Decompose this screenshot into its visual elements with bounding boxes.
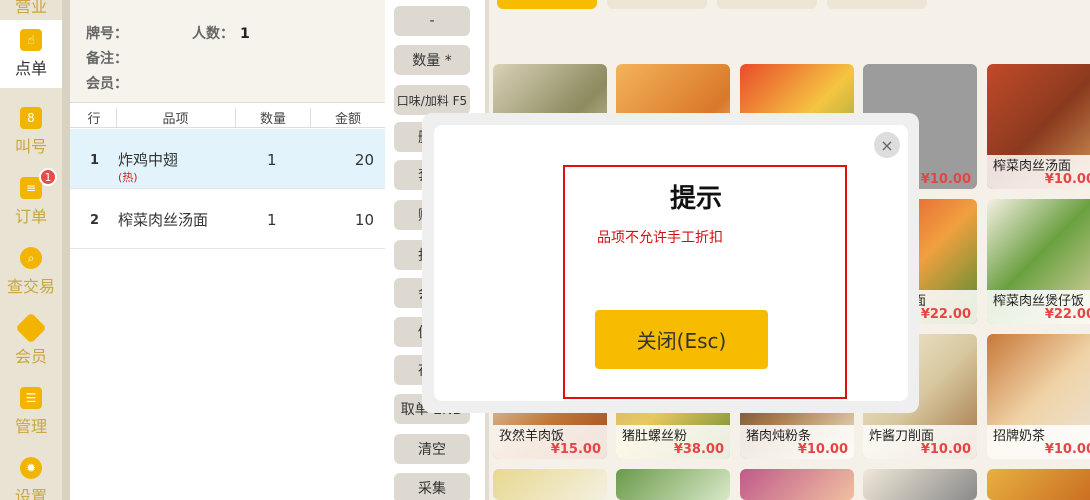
product-image bbox=[863, 469, 977, 500]
order-row[interactable]: 1 炸鸡中翅 (热) 1 20 bbox=[70, 129, 385, 189]
collect-button[interactable]: 采集 bbox=[394, 473, 470, 500]
product-price: ¥22.00 bbox=[1044, 307, 1090, 322]
row-item-name: 榨菜肉丝汤面 bbox=[118, 211, 209, 229]
product-tile[interactable] bbox=[863, 469, 977, 500]
order-header: 牌号： 人数： 1 备注： 会员： bbox=[70, 0, 385, 102]
row-item-name: 炸鸡中翅 bbox=[118, 151, 179, 169]
product-caption: 猪肉炖粉条 ¥10.00 bbox=[740, 425, 854, 459]
category-tab[interactable] bbox=[827, 0, 927, 9]
product-tile[interactable]: 榨菜肉丝煲仔饭 ¥22.00 bbox=[987, 199, 1090, 324]
order-table-header: 行 品项 数量 金额 bbox=[70, 102, 385, 128]
plate-label: 牌号： bbox=[86, 26, 128, 42]
row-index: 1 bbox=[90, 153, 100, 168]
product-image bbox=[493, 469, 607, 500]
nav-item-transactions[interactable]: ⌕ 查交易 bbox=[0, 238, 62, 306]
member-label: 会员： bbox=[86, 76, 128, 92]
flavor-addon-button[interactable]: 口味/加料 F5 bbox=[394, 85, 470, 115]
nav-item-member[interactable]: 会员 bbox=[0, 308, 62, 376]
search-icon: ⌕ bbox=[20, 247, 42, 269]
product-tile[interactable] bbox=[740, 469, 854, 500]
category-tab[interactable] bbox=[717, 0, 817, 9]
row-qty: 1 bbox=[267, 211, 277, 229]
nav-item-manage[interactable]: ☰ 管理 bbox=[0, 378, 62, 446]
product-image bbox=[616, 469, 730, 500]
product-price: ¥10.00 bbox=[920, 172, 971, 187]
people-value: 1 bbox=[240, 26, 250, 42]
nav-label: 营业 bbox=[14, 0, 47, 16]
product-image bbox=[740, 469, 854, 500]
col-item: 品项 bbox=[116, 108, 234, 127]
nav-item-orders[interactable]: ≡ 订单 1 bbox=[0, 168, 62, 236]
product-price: ¥38.00 bbox=[673, 442, 724, 457]
note-label: 备注： bbox=[86, 51, 128, 67]
nav-label: 叫号 bbox=[14, 137, 47, 156]
close-icon[interactable]: × bbox=[874, 132, 900, 158]
dialog-title: 提示 bbox=[669, 184, 722, 214]
order-panel: 牌号： 人数： 1 备注： 会员： 行 品项 数量 金额 1 炸鸡中翅 (热) 1… bbox=[70, 0, 385, 500]
nav-item-call-number[interactable]: 8 叫号 bbox=[0, 98, 62, 166]
product-price: ¥10.00 bbox=[1044, 442, 1090, 457]
clear-button[interactable]: 清空 bbox=[394, 434, 470, 464]
col-row: 行 bbox=[87, 112, 101, 127]
row-qty: 1 bbox=[267, 151, 277, 169]
row-amount: 20 bbox=[354, 151, 374, 169]
tap-hand-icon: ☝ bbox=[20, 29, 42, 51]
left-nav: ▣ 营业 ☝ 点单 8 叫号 ≡ 订单 1 ⌕ 查交易 会员 ☰ 管理 ✹ bbox=[0, 0, 62, 500]
nav-label: 管理 bbox=[14, 417, 47, 436]
col-qty: 数量 bbox=[235, 108, 310, 127]
product-name: 招牌奶茶 bbox=[993, 429, 1046, 444]
nav-label: 点单 bbox=[14, 59, 47, 78]
product-caption: 榨菜肉丝煲仔饭 ¥22.00 bbox=[987, 290, 1090, 324]
people-count: 人数： 1 bbox=[192, 23, 250, 43]
nav-scrollbar[interactable] bbox=[62, 0, 70, 500]
number-ticket-icon: 8 bbox=[20, 107, 42, 129]
nav-label: 设置 bbox=[14, 487, 47, 500]
order-row[interactable]: 2 榨菜肉丝汤面 1 10 bbox=[70, 189, 385, 249]
product-price: ¥22.00 bbox=[920, 307, 971, 322]
product-price: ¥10.00 bbox=[920, 442, 971, 457]
product-tile[interactable] bbox=[493, 469, 607, 500]
col-amount: 金额 bbox=[310, 108, 385, 127]
nav-label: 订单 bbox=[14, 207, 47, 226]
category-tab[interactable] bbox=[497, 0, 597, 9]
row-amount: 10 bbox=[354, 211, 374, 229]
product-price: ¥15.00 bbox=[550, 442, 601, 457]
decrease-button[interactable]: - bbox=[394, 6, 470, 36]
nav-item-order[interactable]: ☝ 点单 bbox=[0, 20, 62, 88]
product-image bbox=[987, 469, 1090, 500]
dialog-close-button[interactable]: 关闭(Esc) bbox=[595, 310, 768, 369]
quantity-button[interactable]: 数量 * bbox=[394, 45, 470, 75]
product-caption: 榨菜肉丝汤面 ¥10.00 bbox=[987, 155, 1090, 189]
people-label: 人数： bbox=[192, 26, 234, 42]
diamond-icon bbox=[15, 312, 47, 344]
product-caption: 猪肚螺丝粉 ¥38.00 bbox=[616, 425, 730, 459]
product-tile[interactable] bbox=[987, 469, 1090, 500]
row-item-modifier: (热) bbox=[118, 171, 138, 184]
order-count-badge: 1 bbox=[39, 168, 57, 186]
product-tile[interactable]: 招牌奶茶 ¥10.00 bbox=[987, 334, 1090, 459]
checklist-icon: ☰ bbox=[20, 387, 42, 409]
category-tab[interactable] bbox=[607, 0, 707, 9]
nav-label: 会员 bbox=[14, 347, 47, 366]
product-caption: 孜然羊肉饭 ¥15.00 bbox=[493, 425, 607, 459]
product-price: ¥10.00 bbox=[1044, 172, 1090, 187]
product-caption: 招牌奶茶 ¥10.00 bbox=[987, 425, 1090, 459]
product-caption: 炸酱刀削面 ¥10.00 bbox=[863, 425, 977, 459]
row-index: 2 bbox=[90, 213, 100, 228]
product-tile[interactable] bbox=[616, 469, 730, 500]
gear-icon: ✹ bbox=[20, 457, 42, 479]
dialog-message: 品项不允许手工折扣 bbox=[597, 230, 723, 246]
nav-item-settings[interactable]: ✹ 设置 bbox=[0, 448, 62, 500]
product-tile[interactable]: 榨菜肉丝汤面 ¥10.00 bbox=[987, 64, 1090, 189]
nav-label: 查交易 bbox=[6, 277, 55, 296]
product-price: ¥10.00 bbox=[797, 442, 848, 457]
